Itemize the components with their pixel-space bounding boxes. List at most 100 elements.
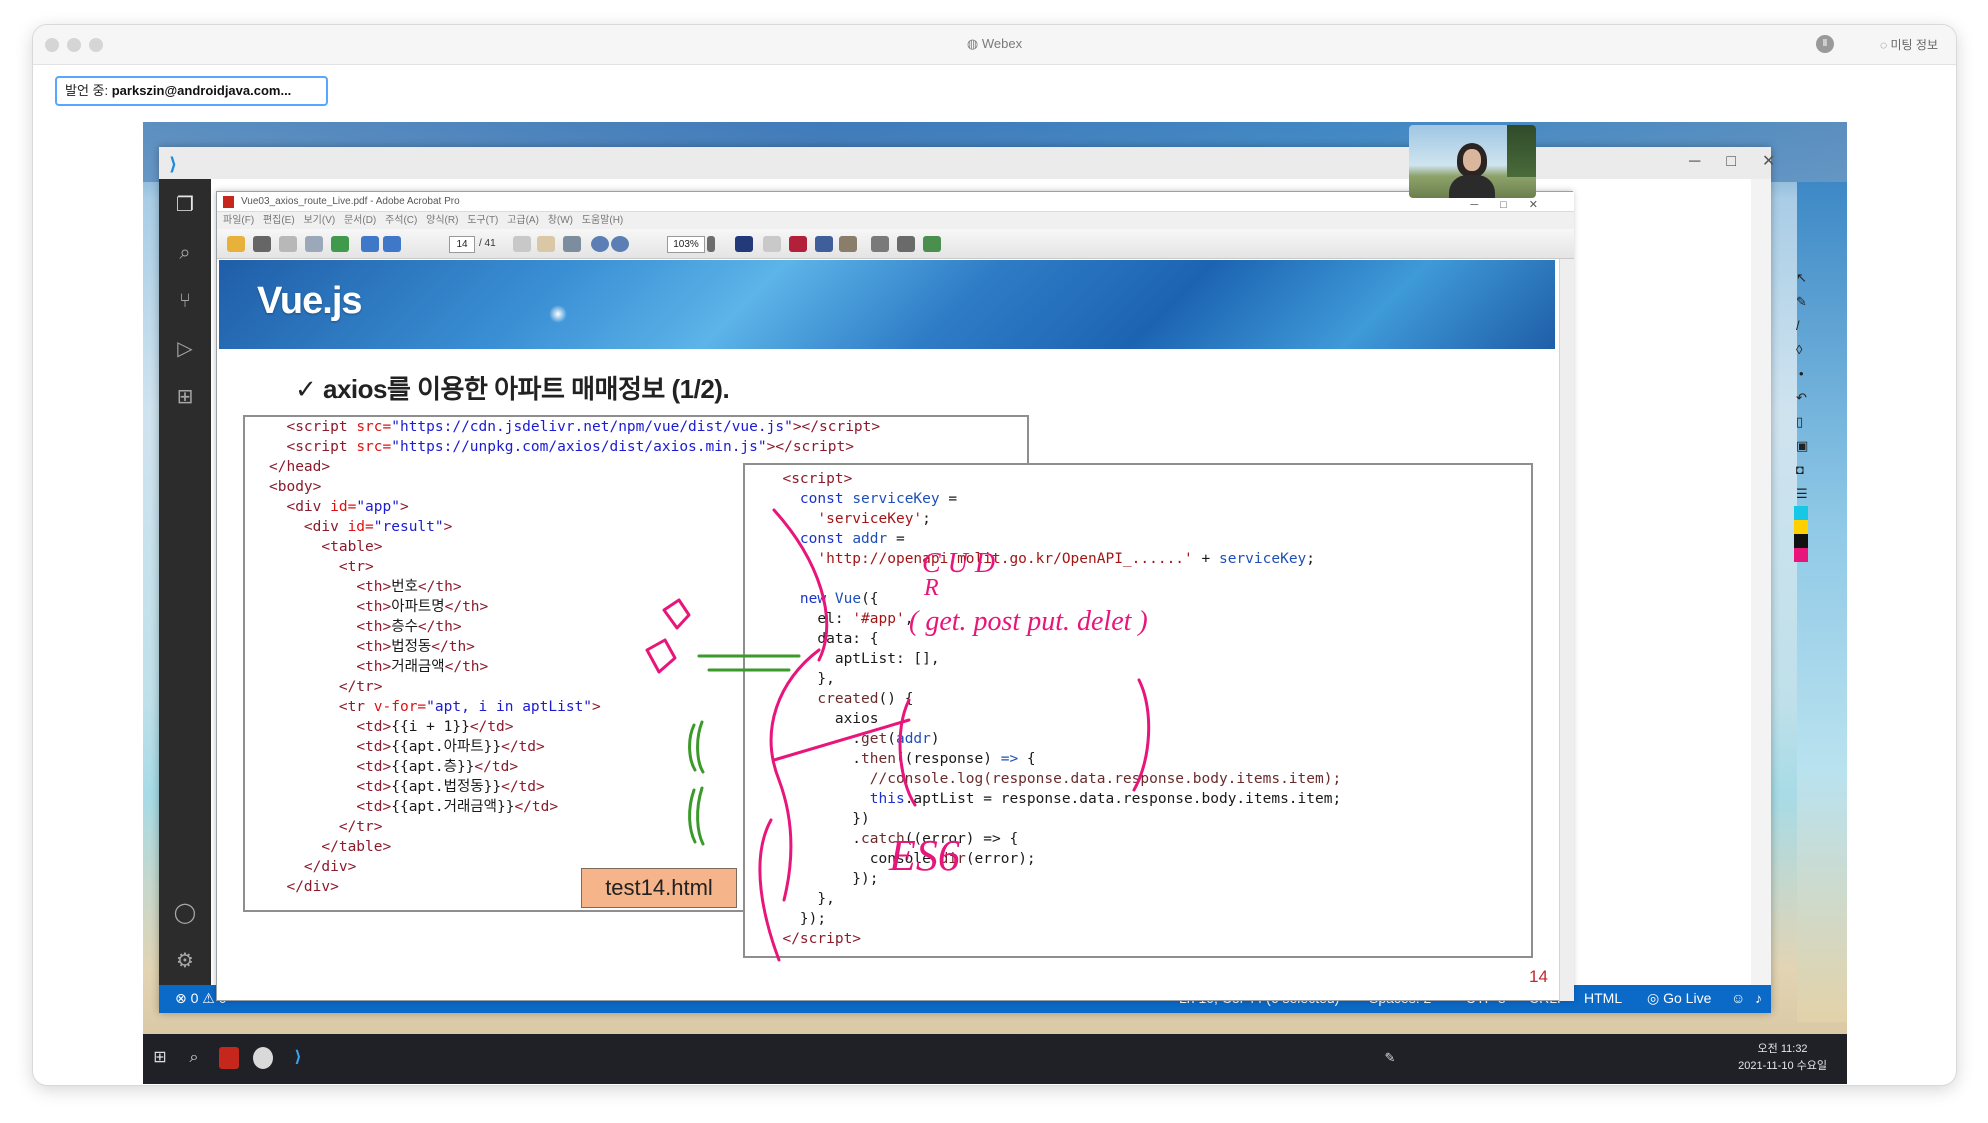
snapshot-icon[interactable] — [897, 236, 915, 252]
zoom-in-icon[interactable] — [611, 236, 629, 252]
dot-icon[interactable]: • — [1799, 366, 1804, 381]
pointer-tool-icon[interactable]: ↖ — [1796, 270, 1807, 286]
recording-icon[interactable]: Ⅱ — [1816, 35, 1834, 53]
select-text-icon[interactable] — [513, 236, 531, 252]
stamp-icon[interactable] — [839, 236, 857, 252]
broadcast-icon: ◎ — [1647, 990, 1664, 1006]
language-mode[interactable]: HTML — [1584, 990, 1622, 1006]
typewriter-icon[interactable] — [871, 236, 889, 252]
menu-edit[interactable]: 편집(E) — [263, 215, 295, 226]
taskbar-clock[interactable]: 오전 11:32 2021-11-10 수요일 — [1738, 1041, 1827, 1075]
camera-icon[interactable]: ◘ — [1796, 462, 1804, 477]
presenter-face — [1463, 149, 1481, 171]
annotation-toolbar: ↖ ✎ / ◊ • ↶ ▯ ▣ ◘ ☰ — [1794, 270, 1810, 620]
shared-screen: ⟩ ─□✕ ❐ ⌕ ⑂ ▷ ⊞ ◯ ⚙ ⊗ 0 ⚠ 0 Ln 10, Col 4… — [143, 122, 1847, 1084]
app-title: ◍ Webex — [966, 36, 1023, 51]
pdf-file-icon — [223, 196, 234, 208]
presenter-body — [1449, 175, 1495, 198]
page-number-input[interactable]: 14 — [449, 236, 475, 253]
color-yellow-swatch[interactable] — [1794, 520, 1808, 534]
tray-pen-icon[interactable]: ✎ — [1379, 1047, 1401, 1069]
search-icon[interactable]: ⌕ — [171, 239, 199, 267]
sign-icon[interactable] — [923, 236, 941, 252]
previous-page-icon[interactable] — [361, 236, 379, 252]
webex-logo-icon: ◍ — [966, 36, 982, 51]
clock-date: 2021-11-10 수요일 — [1738, 1060, 1827, 1072]
notification-bell-icon[interactable]: ♪ — [1755, 990, 1762, 1006]
menu-advanced[interactable]: 고급(A) — [507, 215, 539, 226]
undo-icon[interactable]: ↶ — [1796, 390, 1807, 406]
zoom-out-icon[interactable] — [591, 236, 609, 252]
acrobat-title: Vue03_axios_route_Live.pdf - Adobe Acrob… — [241, 196, 460, 207]
acrobat-window: Vue03_axios_route_Live.pdf - Adobe Acrob… — [216, 191, 1574, 1001]
color-magenta-swatch[interactable] — [1794, 548, 1808, 562]
clear-icon[interactable]: ☰ — [1796, 486, 1808, 502]
info-icon: ◌ — [1880, 38, 1891, 52]
meeting-info-button[interactable]: ◌ 미팅 정보 — [1880, 36, 1938, 53]
acrobat-titlebar: Vue03_axios_route_Live.pdf - Adobe Acrob… — [217, 192, 1574, 212]
color-black-swatch[interactable] — [1794, 534, 1808, 548]
editor-minimap — [1751, 179, 1771, 985]
eraser-icon[interactable]: ▯ — [1796, 414, 1803, 430]
go-live-button[interactable]: ◎ Go Live — [1647, 990, 1711, 1007]
extensions-icon[interactable]: ⊞ — [171, 383, 199, 411]
webcam-thumbnail[interactable] — [1409, 125, 1536, 198]
zoom-level-select[interactable]: 103% — [667, 236, 705, 253]
webex-window: ◍ Webex Ⅱ ◌ 미팅 정보 발언 중: parkszin@android… — [33, 25, 1956, 1085]
ok-button-icon[interactable] — [763, 236, 781, 252]
acrobat-taskbar-icon[interactable] — [219, 1047, 239, 1069]
slide-header-banner: Vue.js — [219, 260, 1555, 349]
account-icon[interactable]: ◯ — [171, 899, 199, 927]
speaker-email: parkszin@androidjava.com... — [111, 83, 292, 98]
vscode-window: ⟩ ─□✕ ❐ ⌕ ⑂ ▷ ⊞ ◯ ⚙ ⊗ 0 ⚠ 0 Ln 10, Col 4… — [159, 147, 1775, 1013]
menu-document[interactable]: 문서(D) — [344, 215, 376, 226]
vertical-scrollbar[interactable] — [1559, 259, 1574, 1001]
acrobat-menubar: 파일(F) 편집(E) 보기(V) 문서(D) 주석(C) 양식(R) 도구(T… — [217, 212, 1574, 247]
crop-icon[interactable] — [815, 236, 833, 252]
windows-start-icon[interactable]: ⊞ — [149, 1047, 171, 1069]
zoom-dropdown-icon[interactable] — [707, 236, 715, 252]
save-icon[interactable] — [279, 236, 297, 252]
chrome-taskbar-icon[interactable] — [253, 1047, 273, 1069]
menu-window[interactable]: 창(W) — [548, 215, 573, 226]
header-glow — [549, 305, 567, 323]
source-control-icon[interactable]: ⑂ — [171, 287, 199, 315]
email-icon[interactable] — [305, 236, 323, 252]
magnet-icon[interactable] — [789, 236, 807, 252]
menu-forms[interactable]: 양식(R) — [426, 215, 458, 226]
open-folder-icon[interactable] — [227, 236, 245, 252]
select-object-icon[interactable] — [735, 236, 753, 252]
save-annotation-icon[interactable]: ▣ — [1796, 438, 1808, 454]
windows-taskbar: ⊞ ⌕ ⟩ ✎ 오전 11:32 2021-11-10 수요일 — [143, 1034, 1847, 1084]
file-name-label: test14.html — [581, 868, 737, 908]
menu-tools[interactable]: 도구(T) — [467, 215, 498, 226]
menu-view[interactable]: 보기(V) — [303, 215, 335, 226]
line-tool-icon[interactable]: / — [1796, 318, 1800, 333]
settings-gear-icon[interactable]: ⚙ — [171, 947, 199, 975]
menu-comments[interactable]: 주석(C) — [385, 215, 417, 226]
vscode-taskbar-icon[interactable]: ⟩ — [287, 1047, 309, 1069]
pen-tool-icon[interactable]: ✎ — [1796, 294, 1807, 310]
explorer-icon[interactable]: ❐ — [171, 191, 199, 219]
page-total: / 41 — [479, 238, 496, 249]
color-cyan-swatch[interactable] — [1794, 506, 1808, 520]
speaker-label: 발언 중: — [65, 83, 109, 98]
menu-help[interactable]: 도움말(H) — [582, 215, 623, 226]
collaborate-icon[interactable] — [331, 236, 349, 252]
run-debug-icon[interactable]: ▷ — [171, 335, 199, 363]
clock-time: 오전 11:32 — [1757, 1043, 1808, 1055]
pdf-page: Vue.js ✓ axios를 이용한 아파트 매매정보 (1/2). <scr… — [219, 260, 1557, 1000]
page-number: 14 — [1529, 967, 1548, 986]
taskbar-search-icon[interactable]: ⌕ — [183, 1047, 205, 1069]
print-icon[interactable] — [253, 236, 271, 252]
vscode-logo-icon: ⟩ — [169, 154, 178, 174]
menu-file[interactable]: 파일(F) — [223, 215, 254, 226]
highlighter-icon[interactable]: ◊ — [1796, 342, 1802, 357]
zoom-tool-icon[interactable] — [563, 236, 581, 252]
slide-heading: ✓ axios를 이용한 아파트 매매정보 (1/2). — [295, 374, 730, 404]
desktop: ◍ Webex Ⅱ ◌ 미팅 정보 발언 중: parkszin@android… — [0, 0, 1988, 1123]
vscode-window-controls[interactable]: ─□✕ — [1689, 151, 1801, 171]
next-page-icon[interactable] — [383, 236, 401, 252]
hand-tool-icon[interactable] — [537, 236, 555, 252]
feedback-icon[interactable]: ☺ — [1731, 990, 1745, 1006]
